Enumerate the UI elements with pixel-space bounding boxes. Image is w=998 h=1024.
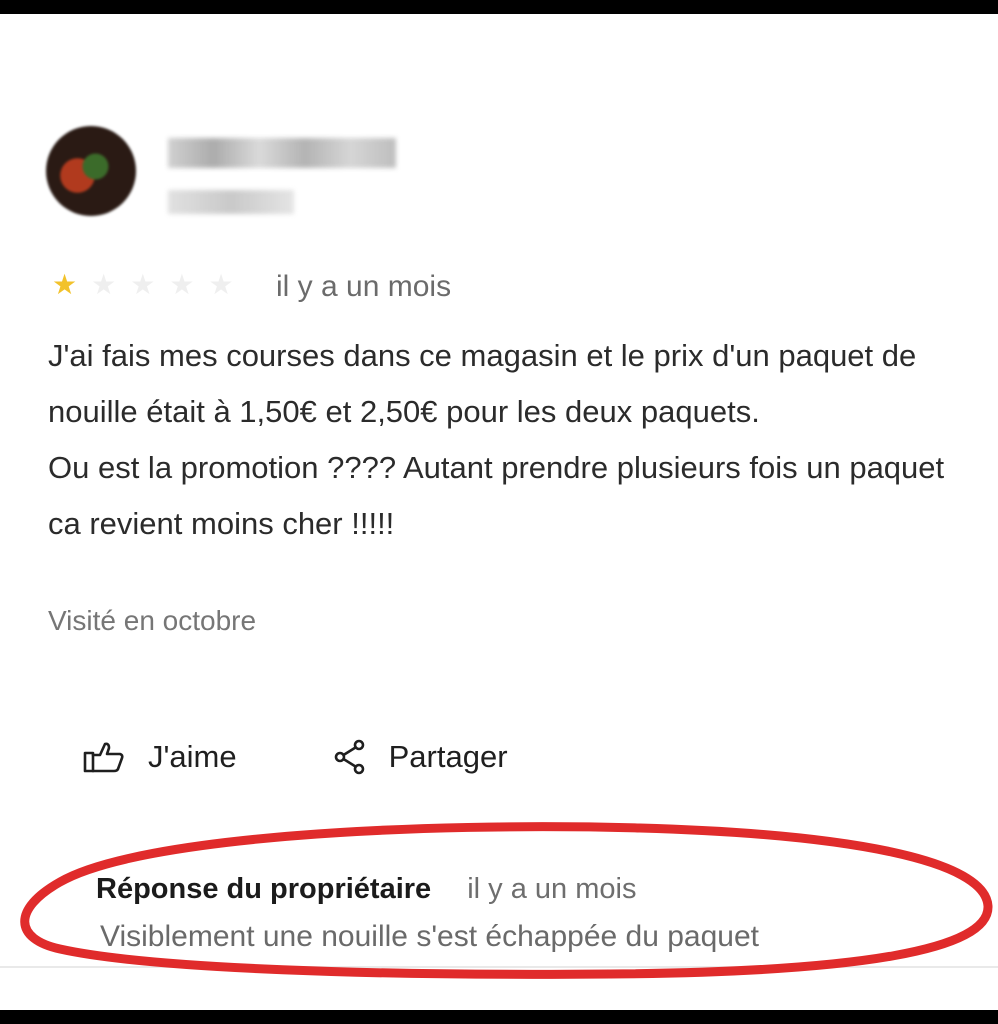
like-button[interactable]: J'aime (82, 739, 237, 775)
star-empty-icon: ★ (130, 269, 156, 300)
share-icon (333, 739, 367, 775)
owner-reply-header: Réponse du propriétaire il y a un mois (96, 870, 916, 908)
star-rating: ★ ★ ★ ★ ★ (52, 270, 234, 300)
review-text: J'ai fais mes courses dans ce magasin et… (48, 328, 948, 552)
like-label: J'aime (148, 739, 237, 774)
review-time: il y a un mois (276, 270, 452, 303)
star-empty-icon: ★ (169, 269, 195, 300)
reviewer-name-redacted (168, 138, 396, 168)
review-paragraph: Ou est la promotion ???? Autant prendre … (48, 450, 945, 541)
owner-reply-time: il y a un mois (467, 873, 637, 905)
divider (0, 966, 998, 968)
thumbs-up-icon (82, 740, 126, 774)
star-empty-icon: ★ (208, 269, 234, 300)
star-empty-icon: ★ (91, 269, 117, 300)
review-actions: J'aime Partager (82, 732, 508, 782)
owner-reply-text: Visiblement une nouille s'est échappée d… (100, 920, 759, 953)
share-button[interactable]: Partager (333, 739, 508, 775)
star-filled-icon: ★ (52, 269, 78, 300)
share-label: Partager (388, 739, 508, 774)
reviewer-meta-redacted (168, 190, 294, 214)
review-paragraph: J'ai fais mes courses dans ce magasin et… (48, 338, 917, 429)
review-card: ★ ★ ★ ★ ★ il y a un mois J'ai fais mes c… (0, 14, 998, 1010)
avatar[interactable] (46, 126, 136, 216)
owner-reply: Réponse du propriétaire il y a un mois V… (96, 870, 916, 956)
owner-reply-title: Réponse du propriétaire (96, 873, 432, 905)
visit-date: Visité en octobre (48, 605, 257, 636)
